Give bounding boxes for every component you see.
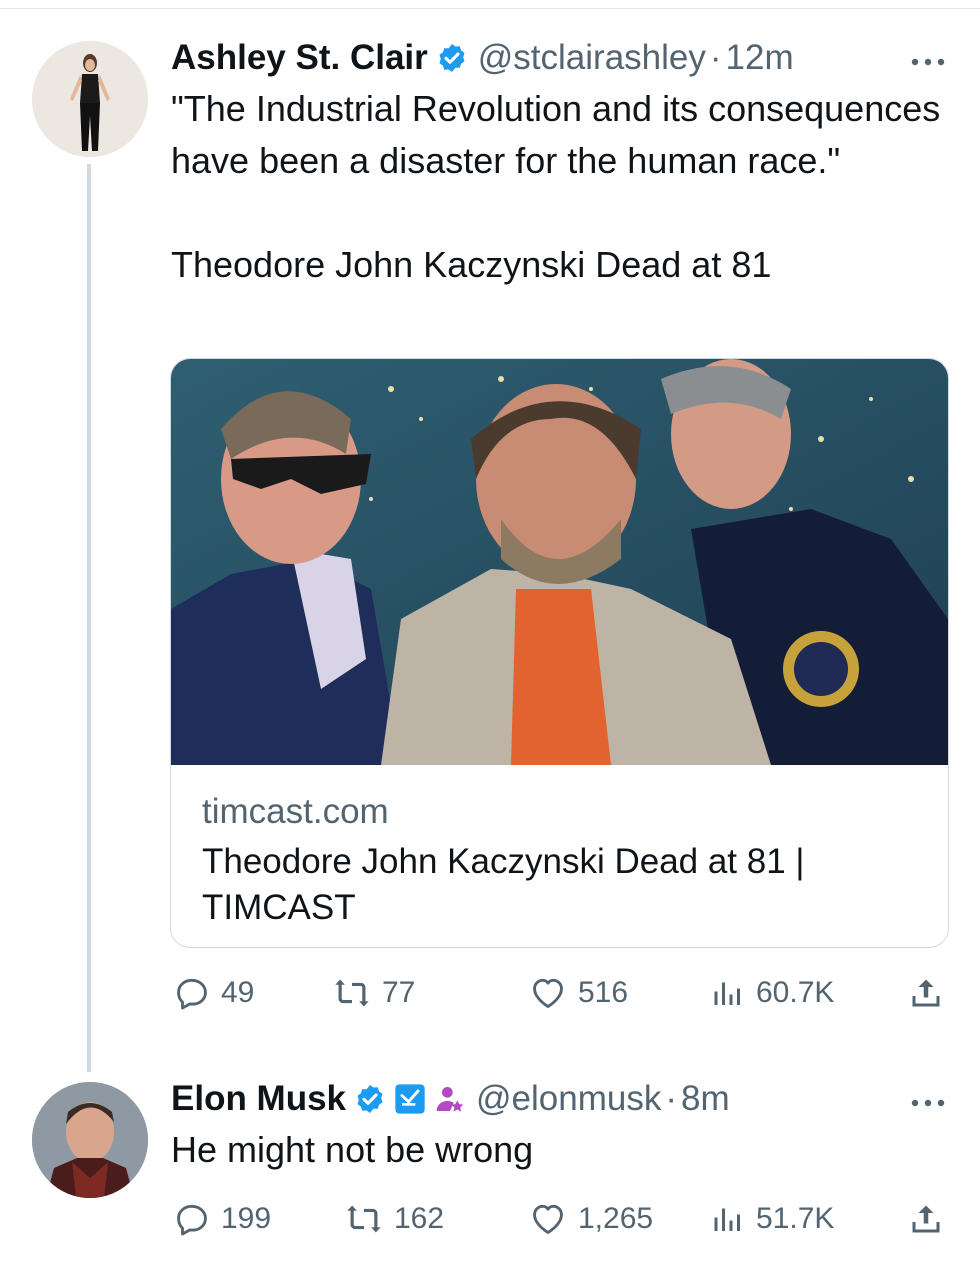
share-icon	[912, 979, 940, 1007]
views-count: 60.7K	[756, 976, 835, 1009]
tweet-text: "The Industrial Revolution and its conse…	[171, 88, 941, 285]
affiliate-badge-icon[interactable]	[394, 1083, 426, 1115]
reply-count: 199	[221, 1202, 272, 1235]
views-button[interactable]: 60.7K	[710, 968, 834, 1018]
separator: ·	[709, 38, 722, 77]
like-count: 1,265	[578, 1202, 654, 1235]
card-domain: timcast.com	[202, 792, 389, 831]
more-icon[interactable]	[906, 52, 950, 72]
handle[interactable]: @stclairashley	[478, 38, 706, 78]
display-name[interactable]: Ashley St. Clair	[171, 38, 428, 78]
like-button[interactable]: 516	[528, 968, 628, 1018]
repost-icon	[347, 1205, 381, 1233]
reply-icon	[177, 978, 207, 1010]
repost-count: 162	[394, 1202, 445, 1235]
tweet2-actions: 199 162 1,265 51.7K	[170, 1194, 950, 1244]
thread-line	[87, 164, 91, 1072]
tweet1-header: Ashley St. Clair @stclairashley · 12m	[171, 38, 794, 78]
verified-icon	[354, 1083, 386, 1115]
reply-button[interactable]: 199	[173, 1194, 271, 1244]
reply-button[interactable]: 49	[173, 968, 254, 1018]
display-name[interactable]: Elon Musk	[171, 1079, 346, 1119]
like-icon	[533, 1204, 563, 1234]
views-icon	[714, 982, 740, 1005]
timestamp[interactable]: 8m	[681, 1079, 730, 1119]
avatar-elon[interactable]	[32, 1082, 148, 1198]
views-icon	[714, 1208, 740, 1231]
repost-button[interactable]: 162	[344, 1194, 444, 1244]
views-button[interactable]: 51.7K	[710, 1194, 834, 1244]
like-button[interactable]: 1,265	[528, 1194, 653, 1244]
timestamp[interactable]: 12m	[726, 38, 794, 78]
avatar-ashley[interactable]	[32, 41, 148, 157]
views-count: 51.7K	[756, 1202, 835, 1235]
repost-icon	[335, 979, 369, 1007]
share-button[interactable]	[908, 968, 944, 1018]
handle[interactable]: @elonmusk	[476, 1079, 661, 1119]
more-icon[interactable]	[906, 1093, 950, 1113]
reply-count: 49	[221, 976, 255, 1009]
card-image	[171, 359, 948, 765]
separator: ·	[665, 1079, 678, 1118]
repost-button[interactable]: 77	[332, 968, 415, 1018]
repost-count: 77	[382, 976, 416, 1009]
like-icon	[533, 978, 563, 1008]
tweet-text: He might not be wrong	[171, 1129, 534, 1170]
link-card[interactable]: timcast.com Theodore John Kaczynski Dead…	[170, 358, 949, 948]
tweet1-actions: 49 77 516 60.7K	[170, 968, 950, 1018]
card-title: Theodore John Kaczynski Dead at 81 | TIM…	[202, 842, 805, 927]
share-button[interactable]	[908, 1194, 944, 1244]
share-icon	[912, 1205, 940, 1233]
like-count: 516	[578, 976, 629, 1009]
top-divider	[0, 8, 980, 9]
verified-icon	[436, 42, 468, 74]
reply-icon	[177, 1204, 207, 1236]
tweet2-header: Elon Musk @elonmusk · 8m	[171, 1079, 730, 1119]
bot-badge-icon[interactable]	[434, 1083, 466, 1115]
